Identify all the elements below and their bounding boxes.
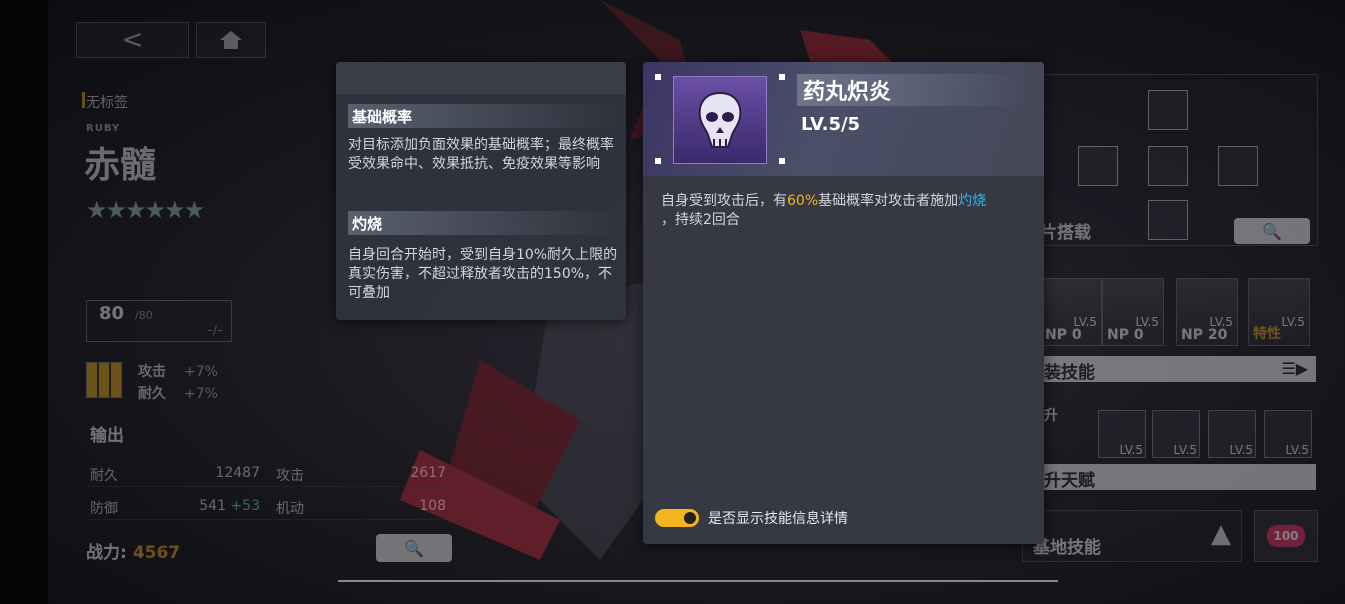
level-exp: –/– [206,323,223,337]
detail-toggle[interactable] [655,509,699,527]
skill-name: 药丸炽炎 [797,74,1027,106]
chip-slot[interactable] [1148,90,1188,130]
chip-slot[interactable] [1148,146,1188,186]
character-name: 赤髓 [84,145,157,186]
talent-slot[interactable]: LV.5 [1208,410,1256,458]
toggle-knob [684,512,696,524]
skill-bar[interactable]: 装技能 ☰▶ [1040,356,1316,383]
term-title: 灼烧 [348,211,618,235]
talent-side-label: 升 [1044,408,1058,424]
skill-slot[interactable]: LV.5 NP 0 [1040,278,1102,346]
skill-slot[interactable]: LV.5 NP 20 [1176,278,1238,346]
combat-power: 战力: 4567 [86,543,181,563]
talent-bar[interactable]: 升天赋 [1040,464,1316,491]
back-button[interactable]: < [76,22,189,58]
term-title: 基础概率 [348,104,618,128]
level-value: 80 [99,303,125,324]
home-button[interactable] [196,22,266,58]
stat-row: 耐久 12487 攻击 2617 [86,461,448,487]
menu-arrow-icon: ☰▶ [1281,359,1308,378]
warning-triangle-icon: ▲ [1211,519,1231,549]
stat-row: 防御 541 +53 机动 108 [86,494,448,520]
talent-slot[interactable]: LV.5 [1152,410,1200,458]
tooltip-header [336,62,626,94]
term-tooltip: 基础概率 对目标添加负面效果的基础概率；最终概率受效果命中、效果抵抗、免疫效果等… [336,62,626,320]
trait-slot[interactable]: LV.5 特性 [1248,278,1310,346]
chip-search-button[interactable]: 🔍 [1234,218,1310,244]
chip-label: 片搭载 [1040,223,1091,243]
term-link-base-chance[interactable]: 基础概率 [818,193,874,209]
skill-icon [673,76,767,164]
base-skill-box[interactable]: 基地技能 ▲ [1022,510,1242,562]
left-edge [0,0,48,604]
skull-icon [698,91,742,148]
character-code: RUBY [86,123,121,134]
star-rating: ★★★★★★ [86,196,205,224]
game-screen: < 无标签 RUBY 赤髓 ★★★★★★ 80 /80 –/– 攻击 +7% 耐久… [0,0,1345,604]
talent-slot[interactable]: LV.5 [1264,410,1312,458]
term-description: 对目标添加负面效果的基础概率；最终概率受效果命中、效果抵抗、免疫效果等影响 [348,137,614,172]
search-icon: 🔍 [1262,221,1282,241]
grid-icon[interactable] [86,362,122,398]
back-icon: < [121,25,144,55]
talent-slot[interactable]: LV.5 [1098,410,1146,458]
level-max: /80 [135,309,153,322]
scroll-bar [338,580,1058,582]
affection-button[interactable]: 100 [1254,510,1318,562]
term-description: 自身回合开始时，受到自身10%耐久上限的真实伤害，不超过释放者攻击的150%，不… [348,247,618,301]
highlight-percent: 60% [787,193,819,209]
heart-icon: 100 [1267,525,1305,547]
skill-level: LV.5/5 [801,114,861,135]
buff-durability: 耐久 +7% [138,386,218,402]
detail-toggle-label: 是否显示技能信息详情 [708,511,848,527]
buff-attack: 攻击 +7% [138,364,218,380]
level-box: 80 /80 –/– [86,300,232,342]
chip-slot[interactable] [1218,146,1258,186]
term-link-burn[interactable]: 灼烧 [958,193,986,209]
skill-description: 自身受到攻击后，有60%基础概率对攻击者施加灼烧 ，持续2回合 [661,193,987,228]
character-tag: 无标签 [82,92,128,112]
search-icon: 🔍 [404,538,424,558]
chip-slot[interactable] [1078,146,1118,186]
skill-slot[interactable]: LV.5 NP 0 [1102,278,1164,346]
skill-detail-card: 药丸炽炎 LV.5/5 自身受到攻击后，有60%基础概率对攻击者施加灼烧 ，持续2… [643,62,1044,544]
chip-slot[interactable] [1148,200,1188,240]
role-label: 输出 [90,426,124,446]
stats-detail-button[interactable]: 🔍 [376,534,452,562]
home-icon [220,31,242,49]
